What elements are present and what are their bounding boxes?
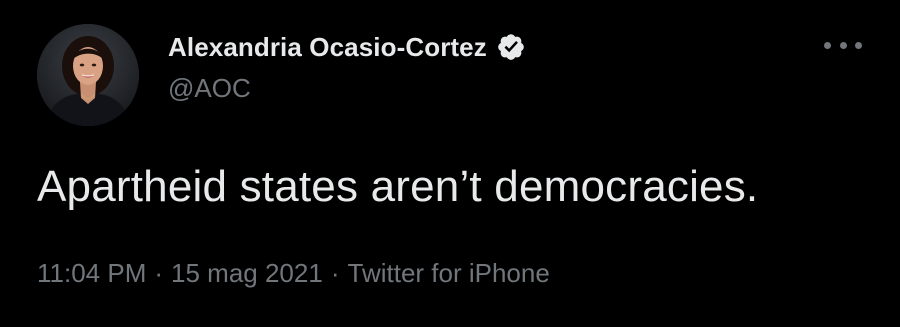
meta-separator: ·	[330, 258, 340, 288]
more-dot	[855, 41, 862, 49]
meta-separator: ·	[154, 258, 164, 288]
tweet-time[interactable]: 11:04 PM	[37, 258, 146, 289]
author-avatar[interactable]	[37, 24, 139, 126]
avatar-image	[37, 24, 139, 126]
more-dot	[824, 41, 831, 49]
more-dot	[839, 41, 847, 49]
tweet-card: Alexandria Ocasio-Cortez @AOC Apartheid …	[0, 0, 900, 327]
more-options-icon[interactable]	[824, 34, 862, 56]
author-name-row: Alexandria Ocasio-Cortez	[168, 30, 526, 64]
tweet-metadata: 11:04 PM · 15 mag 2021 · Twitter for iPh…	[37, 258, 550, 289]
tweet-text: Apartheid states aren’t democracies.	[37, 162, 759, 211]
tweet-date[interactable]: 15 mag 2021	[171, 258, 323, 289]
verified-badge-icon	[496, 32, 526, 62]
tweet-source[interactable]: Twitter for iPhone	[348, 258, 550, 289]
author-name[interactable]: Alexandria Ocasio-Cortez	[168, 32, 487, 63]
author-handle[interactable]: @AOC	[168, 73, 251, 104]
